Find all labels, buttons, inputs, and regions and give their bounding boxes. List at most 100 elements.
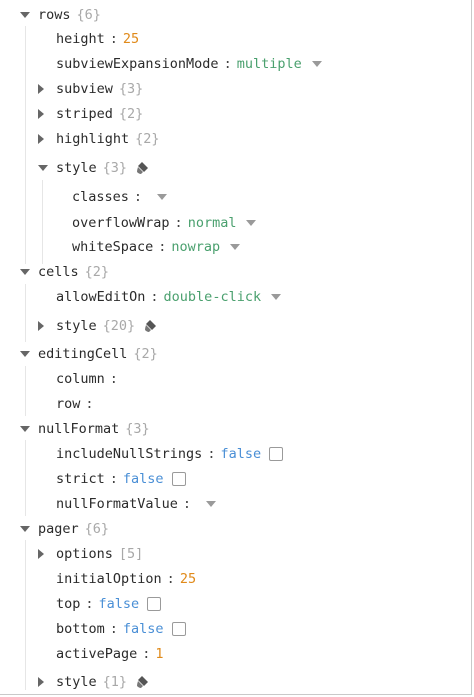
prop-top[interactable]: top : false xyxy=(0,593,162,615)
tree-node-cells[interactable]: cells {2} xyxy=(0,261,109,283)
prop-subviewExpansionMode[interactable]: subviewExpansionMode : multiple xyxy=(0,53,322,75)
child-count: {3} xyxy=(118,81,144,97)
prop-key: style xyxy=(56,160,97,176)
expand-toggle-icon[interactable] xyxy=(20,12,38,18)
prop-value[interactable]: double-click xyxy=(164,289,262,305)
prop-key: whiteSpace xyxy=(72,239,154,255)
prop-key: subview xyxy=(56,81,113,97)
tree-node-rows[interactable]: rows {6} xyxy=(0,4,101,26)
tree-node-editingCell[interactable]: editingCell {2} xyxy=(0,343,158,365)
chevron-down-icon[interactable] xyxy=(206,501,217,507)
prop-key: top xyxy=(56,596,81,612)
child-count: {1} xyxy=(102,674,128,690)
prop-key: highlight xyxy=(56,131,130,147)
prop-value[interactable]: nowrap xyxy=(171,239,220,255)
prop-whiteSpace[interactable]: whiteSpace : nowrap xyxy=(0,236,241,258)
child-count: {2} xyxy=(118,106,144,122)
prop-key: includeNullStrings xyxy=(56,446,203,462)
expand-toggle-icon[interactable] xyxy=(20,526,38,532)
checkbox[interactable] xyxy=(269,447,284,461)
chevron-down-icon[interactable] xyxy=(230,244,241,250)
prop-key: row xyxy=(56,396,81,412)
checkbox[interactable] xyxy=(147,597,162,611)
expand-toggle-icon[interactable] xyxy=(20,269,38,275)
prop-key: options xyxy=(56,546,113,562)
prop-value: false xyxy=(98,596,140,612)
child-count: [5] xyxy=(118,546,144,562)
prop-value: false xyxy=(122,471,164,487)
expand-toggle-icon[interactable] xyxy=(38,677,56,687)
child-count: {6} xyxy=(76,7,101,23)
chevron-down-icon[interactable] xyxy=(311,61,322,67)
tree-node-options[interactable]: options [5] xyxy=(0,543,143,565)
checkbox[interactable] xyxy=(171,622,186,636)
prop-key: strict xyxy=(56,471,105,487)
prop-column[interactable]: column : xyxy=(0,368,123,390)
expand-toggle-icon[interactable] xyxy=(20,351,38,357)
tree-node-pager-style[interactable]: style {1} xyxy=(0,671,150,693)
property-tree-panel: rows {6} height : 25 subviewExpansionMod… xyxy=(0,0,472,695)
prop-key: bottom xyxy=(56,621,105,637)
child-count: {2} xyxy=(133,346,158,362)
prop-key: allowEditOn xyxy=(56,289,146,305)
prop-value[interactable]: 25 xyxy=(180,571,196,587)
expand-toggle-icon[interactable] xyxy=(38,109,56,119)
chevron-down-icon[interactable] xyxy=(271,294,282,300)
brush-icon[interactable] xyxy=(144,319,158,333)
prop-key: overflowWrap xyxy=(72,215,170,231)
child-count: {20} xyxy=(102,318,136,334)
prop-bottom[interactable]: bottom : false xyxy=(0,618,186,640)
chevron-down-icon[interactable] xyxy=(246,220,257,226)
prop-key: nullFormatValue xyxy=(56,496,178,512)
prop-key: column xyxy=(56,371,105,387)
chevron-down-icon[interactable] xyxy=(157,194,168,200)
prop-activePage[interactable]: activePage : 1 xyxy=(0,643,164,665)
prop-value[interactable]: 1 xyxy=(155,646,163,662)
prop-initialOption[interactable]: initialOption : 25 xyxy=(0,568,196,590)
prop-row[interactable]: row : xyxy=(0,393,99,415)
prop-strict[interactable]: strict : false xyxy=(0,468,186,490)
prop-key: activePage xyxy=(56,646,138,662)
brush-icon[interactable] xyxy=(136,675,150,689)
prop-key: striped xyxy=(56,106,113,122)
prop-value[interactable]: multiple xyxy=(237,56,302,72)
prop-value: false xyxy=(122,621,164,637)
prop-overflowWrap[interactable]: overflowWrap : normal xyxy=(0,212,257,234)
prop-key: nullFormat xyxy=(38,421,120,437)
expand-toggle-icon[interactable] xyxy=(38,321,56,331)
brush-icon[interactable] xyxy=(136,161,150,175)
child-count: {6} xyxy=(84,521,110,537)
prop-includeNullStrings[interactable]: includeNullStrings : false xyxy=(0,443,284,465)
prop-key: rows xyxy=(38,7,71,23)
prop-height[interactable]: height : 25 xyxy=(0,28,139,50)
prop-nullFormatValue[interactable]: nullFormatValue : xyxy=(0,493,217,515)
prop-value[interactable]: normal xyxy=(188,215,237,231)
prop-key: style xyxy=(56,318,97,334)
prop-value[interactable]: 25 xyxy=(123,31,139,47)
prop-key: classes xyxy=(72,189,129,205)
expand-toggle-icon[interactable] xyxy=(20,426,38,432)
tree-node-nullFormat[interactable]: nullFormat {3} xyxy=(0,418,150,440)
prop-classes[interactable]: classes : xyxy=(0,186,168,208)
child-count: {2} xyxy=(84,264,110,280)
prop-key: style xyxy=(56,674,97,690)
child-count: {3} xyxy=(125,421,150,437)
prop-value: false xyxy=(220,446,262,462)
expand-toggle-icon[interactable] xyxy=(38,549,56,559)
prop-key: height xyxy=(56,31,105,47)
tree-node-highlight[interactable]: highlight {2} xyxy=(0,128,160,150)
tree-node-rows-style[interactable]: style {3} xyxy=(0,157,150,179)
expand-toggle-icon[interactable] xyxy=(38,165,56,171)
child-count: {3} xyxy=(102,160,128,176)
expand-toggle-icon[interactable] xyxy=(38,84,56,94)
prop-key: editingCell xyxy=(38,346,128,362)
prop-key: pager xyxy=(38,521,79,537)
tree-node-pager[interactable]: pager {6} xyxy=(0,518,109,540)
tree-node-cells-style[interactable]: style {20} xyxy=(0,315,158,337)
tree-node-subview[interactable]: subview {3} xyxy=(0,78,143,100)
prop-allowEditOn[interactable]: allowEditOn : double-click xyxy=(0,286,282,308)
prop-key: subviewExpansionMode xyxy=(56,56,219,72)
checkbox[interactable] xyxy=(171,472,186,486)
expand-toggle-icon[interactable] xyxy=(38,134,56,144)
tree-node-striped[interactable]: striped {2} xyxy=(0,103,143,125)
